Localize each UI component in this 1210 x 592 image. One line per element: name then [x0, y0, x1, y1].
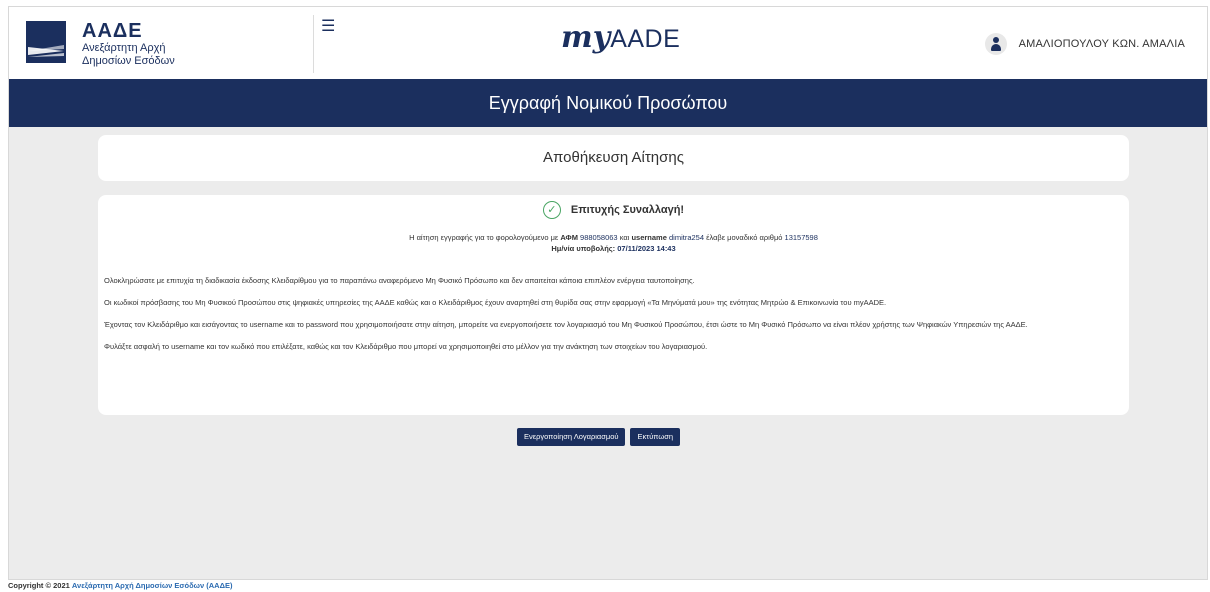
user-menu[interactable]: ΑΜΑΛΙΟΠΟΥΛΟΥ ΚΩΝ. ΑΜΑΛΙΑ: [984, 33, 1185, 55]
activate-account-button[interactable]: Ενεργοποίηση Λογαριασμού: [517, 428, 626, 446]
brand-my: my: [561, 20, 611, 55]
application-info-line: Η αίτηση εγγραφής για το φορολογούμενο μ…: [98, 232, 1129, 243]
header-divider: [313, 15, 314, 73]
logo-text[interactable]: ΑΑΔΕ Ανεξάρτητη Αρχή Δημοσίων Εσόδων: [82, 20, 175, 68]
print-button[interactable]: Εκτύπωση: [630, 428, 681, 446]
page-title: Εγγραφή Νομικού Προσώπου: [9, 79, 1207, 127]
application-info: Η αίτηση εγγραφής για το φορολογούμενο μ…: [98, 232, 1129, 254]
afm-label: ΑΦΜ: [560, 233, 578, 242]
header: ΑΑΔΕ Ανεξάρτητη Αρχή Δημοσίων Εσόδων ☰ m…: [9, 7, 1207, 80]
footer-link[interactable]: Ανεξάρτητη Αρχή Δημοσίων Εσόδων (ΑΑΔΕ): [72, 581, 233, 590]
menu-icon[interactable]: ☰: [321, 19, 335, 35]
footer: Copyright © 2021 Ανεξάρτητη Αρχή Δημοσίω…: [8, 580, 233, 592]
instruction-paragraph: Οι κωδικοί πρόσβασης του Μη Φυσικού Προσ…: [104, 298, 887, 307]
success-message: ✓ Επιτυχής Συναλλαγή!: [98, 201, 1129, 219]
result-card: ✓ Επιτυχής Συναλλαγή! Η αίτηση εγγραφής …: [98, 195, 1129, 415]
action-buttons: Ενεργοποίηση Λογαριασμού Εκτύπωση: [517, 428, 681, 446]
user-avatar-icon: [984, 33, 1007, 55]
myaade-brand[interactable]: myAADE: [561, 21, 680, 56]
unique-number: 13157598: [784, 233, 818, 242]
instruction-paragraph: Έχοντας τον Κλειδάριθμο και εισάγοντας τ…: [104, 320, 1028, 329]
info-prefix: Η αίτηση εγγραφής για το φορολογούμενο μ…: [409, 233, 559, 242]
username-label: username: [631, 233, 667, 242]
instruction-paragraph: Ολοκληρώσατε με επιτυχία τη διαδικασία έ…: [104, 276, 695, 285]
brand-aade: AADE: [610, 25, 681, 53]
check-circle-icon: ✓: [542, 201, 561, 219]
logo-subtitle-2: Δημοσίων Εσόδων: [82, 55, 175, 67]
logo-title: ΑΑΔΕ: [82, 20, 143, 42]
user-name: ΑΜΑΛΙΟΠΟΥΛΟΥ ΚΩΝ. ΑΜΑΛΙΑ: [1018, 38, 1185, 50]
date-label: Ημ/νία υποβολής:: [551, 244, 616, 253]
info-and: και: [619, 233, 630, 242]
info-suffix: έλαβε μοναδικό αριθμό: [706, 233, 783, 242]
date-value: 07/11/2023 14:43: [617, 244, 676, 253]
logo-subtitle-1: Ανεξάρτητη Αρχή: [82, 42, 166, 54]
app-window: ΑΑΔΕ Ανεξάρτητη Αρχή Δημοσίων Εσόδων ☰ m…: [8, 6, 1208, 580]
section-title: Αποθήκευση Αίτησης: [98, 135, 1129, 181]
instruction-paragraph: Φυλάξτε ασφαλή το username και τον κωδικ…: [104, 342, 708, 351]
afm-value: 988058063: [580, 233, 618, 242]
success-text: Επιτυχής Συναλλαγή!: [570, 204, 685, 216]
aade-logo-icon[interactable]: [26, 21, 66, 63]
footer-copyright: Copyright © 2021: [8, 581, 70, 590]
instructions: Ολοκληρώσατε με επιτυχία τη διαδικασία έ…: [104, 275, 1119, 363]
username-value: dimitra254: [668, 233, 705, 242]
submission-date: Ημ/νία υποβολής: 07/11/2023 14:43: [98, 243, 1129, 254]
